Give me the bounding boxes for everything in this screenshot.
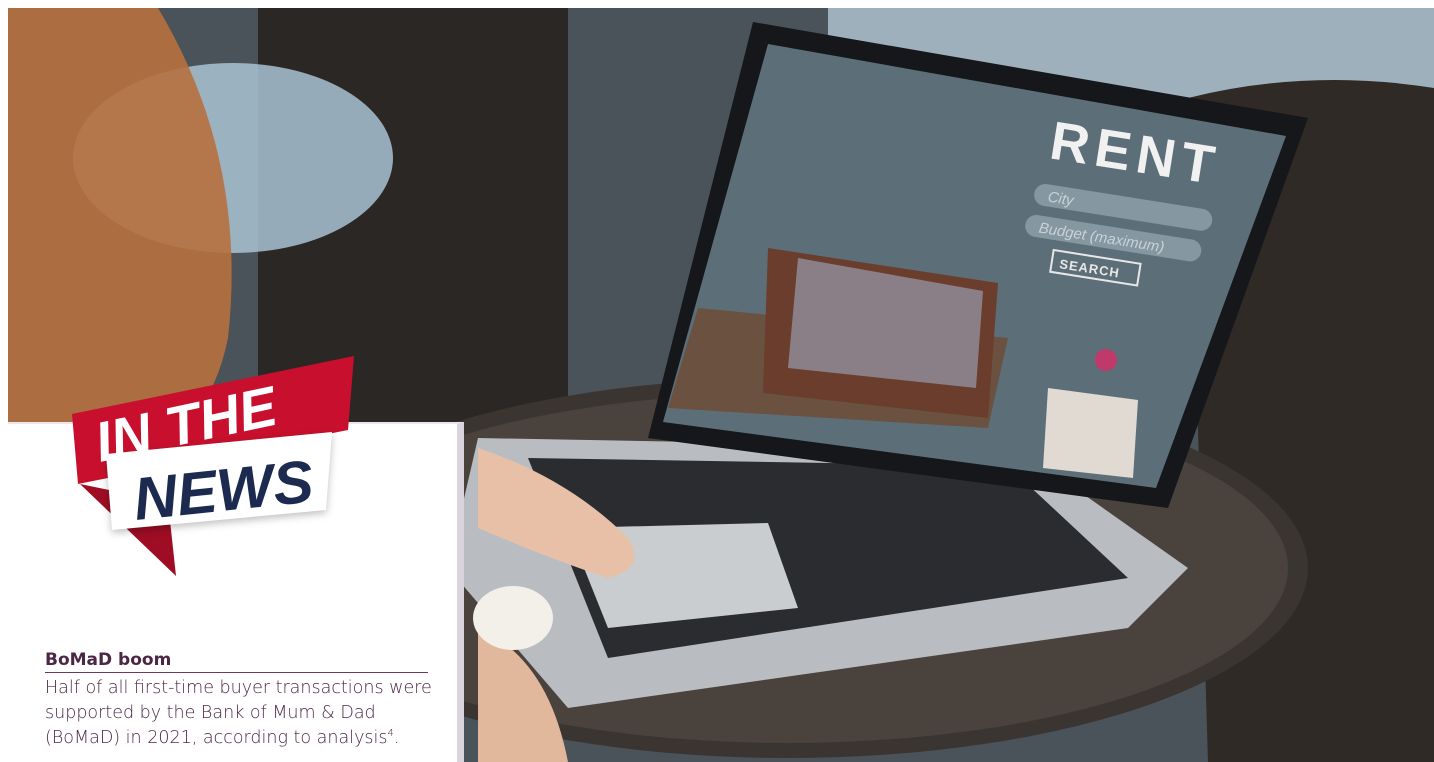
page: RENT City Budget (maximum) SEARCH IN THE… <box>0 0 1434 762</box>
story-title: BoMaD boom <box>45 650 172 670</box>
crate <box>1043 388 1138 478</box>
story-body-tail: . <box>393 728 400 748</box>
banner-graphic: IN THE NEWS <box>72 356 354 576</box>
story-divider <box>45 672 428 673</box>
in-the-news-banner: IN THE NEWS <box>58 352 378 582</box>
story-body: Half of all first-time buyer transaction… <box>45 676 440 751</box>
story-body-text: Half of all first-time buyer transaction… <box>45 678 432 748</box>
coffee-cup <box>473 586 553 650</box>
flowers <box>1095 349 1117 371</box>
